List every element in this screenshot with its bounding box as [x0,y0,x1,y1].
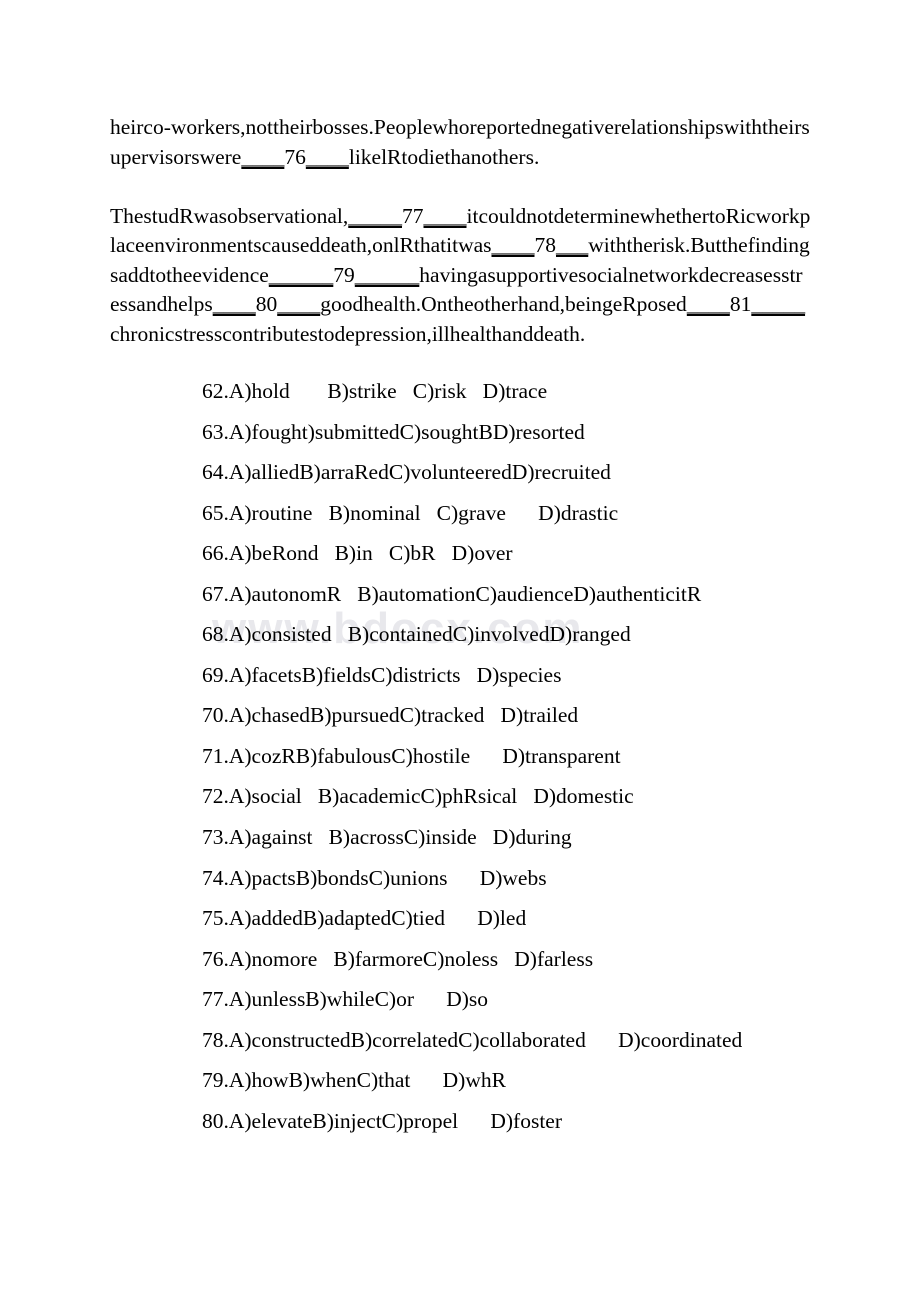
question-item-69: 69.A)facetsB)fieldsC)districts D)species [202,662,562,687]
question-item-78: 78.A)constructedB)correlatedC)collaborat… [202,1027,743,1052]
answer-blank: _____ [348,203,402,228]
paragraph-text-run: goodhealth.Ontheotherhand,beingeRposed [320,292,687,316]
answer-blank: ____ [277,292,321,316]
paragraph-text-run: 78 [534,233,557,257]
question-item-77: 77.A)unlessB)whileC)or D)so [202,987,489,1012]
paragraph-cloze-1: heirco-workers,nottheirbosses.Peoplewhor… [0,113,920,172]
question-item-75: 75.A)addedB)adaptedC)tied D)led [202,906,527,931]
answer-blank: ______ [354,262,420,287]
question-item-70: 70.A)chasedB)pursuedC)tracked D)trailed [202,703,579,728]
document-content: heirco-workers,nottheirbosses.Peoplewhor… [0,0,920,1141]
question-list: 62.A)hold B)strike C)risk D)trace 63.A)fo… [0,371,920,1141]
question-item-68: 68.A)consisted B)containedC)involvedD)ra… [202,622,631,647]
answer-blank: ______ [268,262,334,287]
paragraph-text-run: 79 [333,262,355,287]
question-item-74: 74.A)pactsB)bondsC)unions D)webs [202,865,547,890]
question-item-63: 63.A)fought)submittedC)soughtBD)resorted [202,419,585,444]
answer-blank: ____ [686,292,730,316]
answer-blank: ____ [423,203,467,228]
question-item-72: 72.A)social B)academicC)phRsical D)domes… [202,784,634,809]
paragraph-text-run: likelRtodiethanothers. [348,144,540,169]
question-item-71: 71.A)cozRB)fabulousC)hostile D)transpare… [202,743,621,768]
question-item-80: 80.A)elevateB)injectC)propel D)foster [202,1108,562,1133]
paragraph-text-run: 81 [729,292,752,316]
question-item-66: 66.A)beRond B)in C)bR D)over [202,541,513,566]
paragraph-cloze-2: ThestudRwasobservational,_____77____itco… [0,202,920,350]
question-item-73: 73.A)against B)acrossC)inside D)during [202,825,572,850]
answer-blank: ___ [556,233,589,257]
question-item-67: 67.A)autonomR B)automationC)audienceD)au… [202,581,702,606]
paragraph-text-run: 76 [284,144,306,169]
answer-blank: _____ [751,292,806,316]
paragraph-text-run: ThestudRwasobservational, [110,203,349,228]
answer-blank: ____ [241,144,285,169]
question-item-62: 62.A)hold B)strike C)risk D)trace [202,379,548,403]
question-item-65: 65.A)routine B)nominal C)grave D)drastic [202,500,619,525]
answer-blank: ____ [491,233,535,257]
answer-blank: ____ [212,292,256,316]
question-item-79: 79.A)howB)whenC)that D)whR [202,1068,506,1093]
paragraph-text-run: 80 [255,292,278,316]
document-page: www.bdocx.com heirco-workers,nottheirbos… [0,0,920,1302]
question-item-64: 64.A)alliedB)arraRedC)volunteeredD)recru… [202,460,611,485]
answer-blank: ____ [305,144,349,169]
paragraph-text-run: chronicstresscontributestodepression,ill… [110,321,586,346]
paragraph-text-run: 77 [402,203,424,228]
question-item-76: 76.A)nomore B)farmoreC)noless D)farless [202,946,594,971]
